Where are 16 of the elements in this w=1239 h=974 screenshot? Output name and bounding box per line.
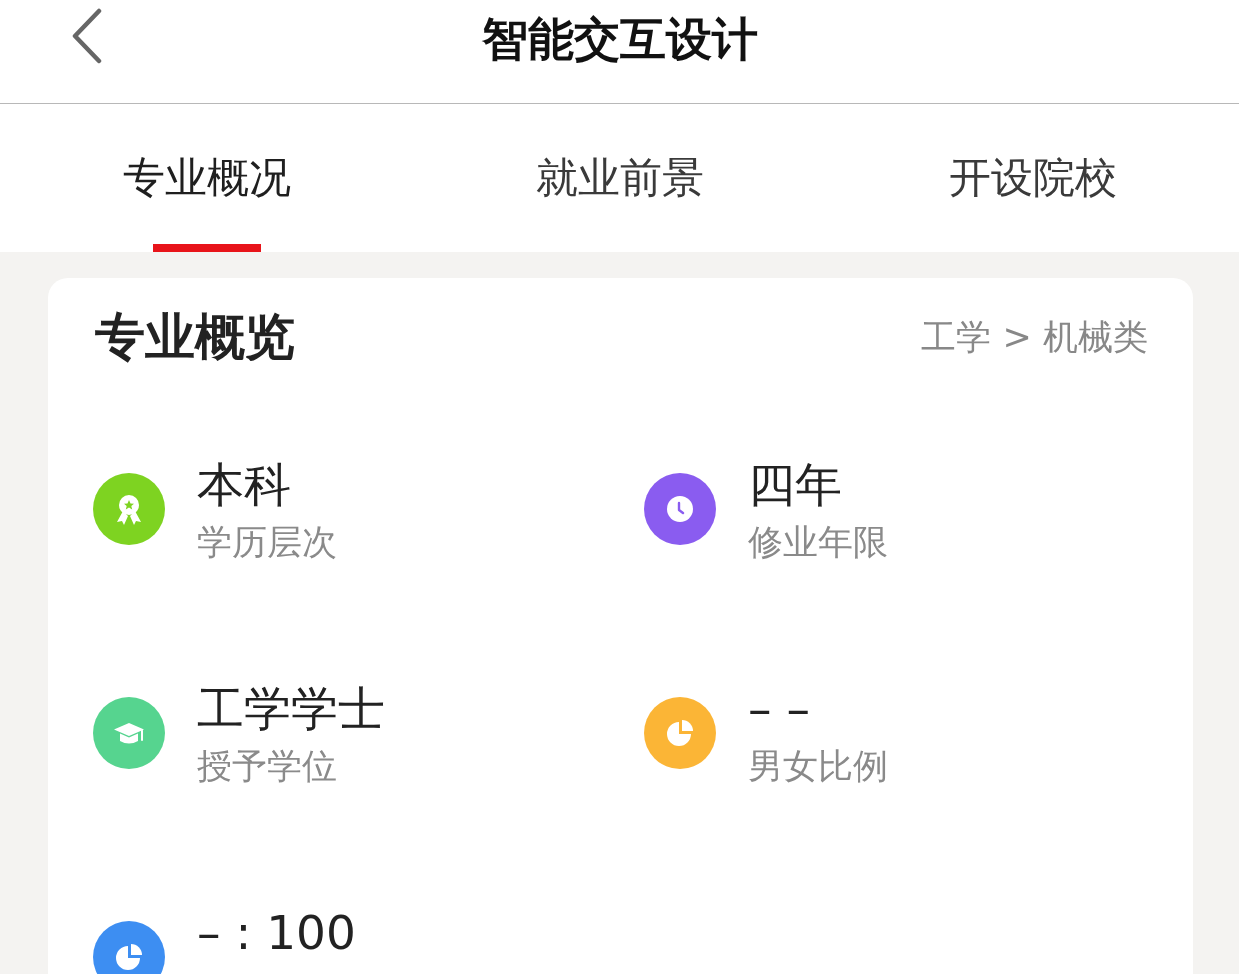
- stat-value: – –: [748, 680, 811, 738]
- stat-label: 男女比例: [748, 745, 888, 788]
- stat-label: 授予学位: [197, 745, 338, 788]
- tab[interactable]: 开设院校: [826, 104, 1239, 252]
- stat-value: 本科: [197, 456, 292, 514]
- page-title: 智能交互设计: [481, 10, 758, 67]
- stat-value: – : 100: [197, 904, 356, 962]
- stat-value: 四年: [748, 456, 843, 514]
- stat-value: 工学学士: [197, 680, 385, 738]
- chevron-left-icon: [70, 8, 104, 64]
- tab[interactable]: 专业概况: [0, 104, 413, 252]
- card-title: 专业概览: [95, 307, 295, 367]
- tab[interactable]: 就业前景: [413, 104, 826, 252]
- stat-label: 修业年限: [748, 521, 888, 564]
- category-breadcrumb: 工学 > 机械类: [921, 316, 1148, 359]
- stat-label: 学历层次: [197, 521, 337, 564]
